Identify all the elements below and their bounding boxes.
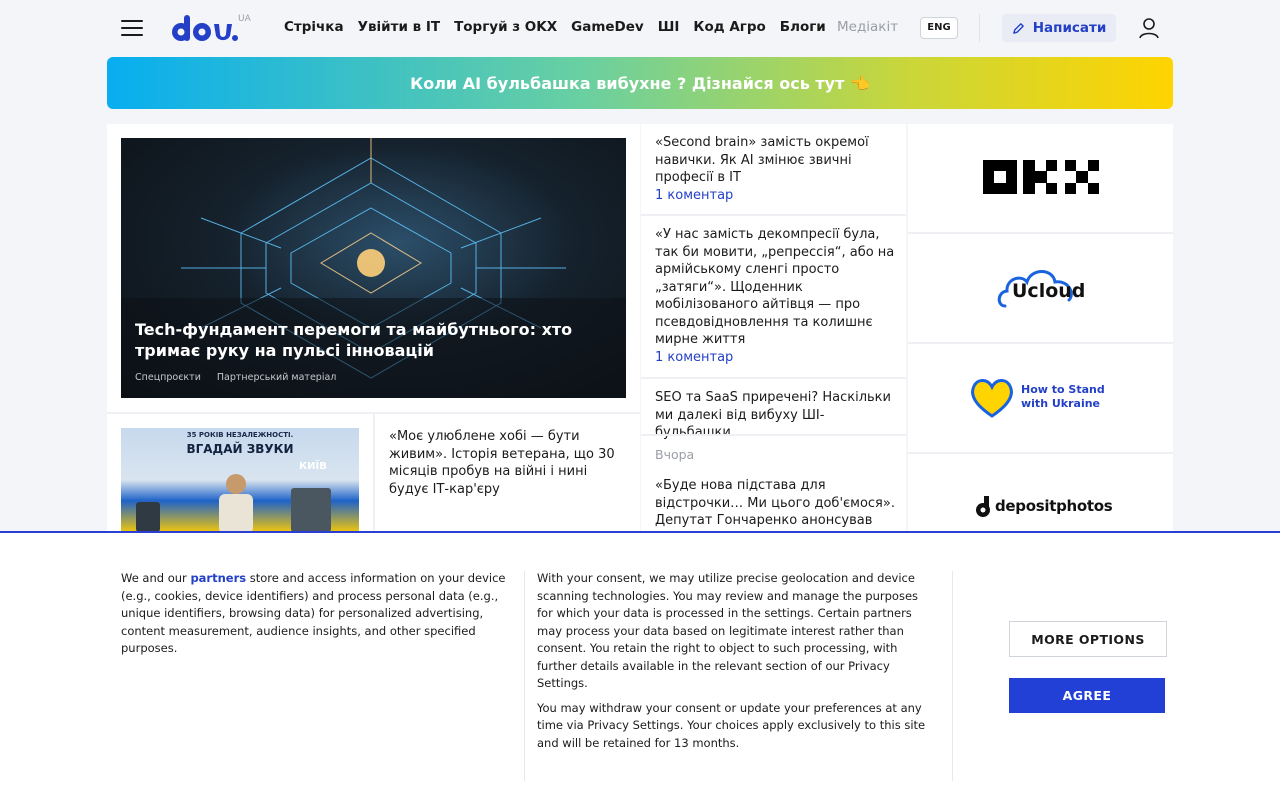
- ucloud-logo[interactable]: Ucloud: [997, 264, 1086, 310]
- news-title[interactable]: «Буде нова підстава для відстрочки… Ми ц…: [655, 477, 895, 530]
- language-switch[interactable]: ENG: [920, 17, 958, 39]
- article-thumbnail[interactable]: 35 РОКІВ НЕЗАЛЕЖНОСТІ. ВГАДАЙ ЗВУКИ КИЇВ: [121, 428, 359, 532]
- ucloud-text: Ucloud: [1012, 280, 1086, 302]
- okx-logo[interactable]: [983, 160, 1099, 194]
- logo-suffix: UA: [238, 14, 251, 24]
- header-divider: [979, 14, 980, 42]
- nav-feed[interactable]: Стрічка: [284, 19, 344, 35]
- divider: [908, 452, 1173, 454]
- consent-intro: We and our partners store and access inf…: [121, 571, 506, 655]
- news-comments[interactable]: 1 коментар: [655, 187, 895, 205]
- depositphotos-icon: [976, 496, 990, 517]
- more-options-button[interactable]: MORE OPTIONS: [1009, 621, 1167, 657]
- stand-with-ukraine-logo[interactable]: How to Stand with Ukraine: [970, 378, 1110, 420]
- hero-article[interactable]: Tech-фундамент перемоги та майбутнього: …: [121, 138, 626, 398]
- tag-special[interactable]: Спецпроєкти: [135, 372, 201, 383]
- divider: [373, 414, 375, 532]
- menu-icon[interactable]: [121, 19, 143, 37]
- partners-link[interactable]: partners: [190, 571, 246, 585]
- divider: [641, 377, 906, 379]
- nav-ai[interactable]: ШІ: [658, 19, 680, 35]
- divider: [641, 214, 906, 216]
- consent-details: With your consent, we may utilize precis…: [537, 570, 937, 759]
- heart-icon: [971, 379, 1013, 418]
- main-nav: Стрічка Увійти в IT Торгуй з OKX GameDev…: [284, 19, 826, 35]
- divider: [952, 571, 953, 781]
- nav-blogs[interactable]: Блоги: [780, 19, 826, 35]
- article-title[interactable]: «Моє улюблене хобі — бути живим». Історі…: [389, 428, 625, 498]
- depositphotos-text: depositphotos: [995, 497, 1113, 515]
- thumbnail-figure: [136, 474, 331, 532]
- nav-enter-it[interactable]: Увійти в IT: [358, 19, 441, 35]
- divider: [641, 434, 906, 436]
- write-button-label: Написати: [1032, 20, 1107, 36]
- pencil-icon: [1012, 22, 1024, 34]
- nav-gamedev[interactable]: GameDev: [571, 19, 644, 35]
- date-heading: Вчора: [655, 447, 695, 462]
- hero-tags: Спецпроєкти Партнерський матеріал: [135, 372, 336, 383]
- promo-banner[interactable]: Коли AI бульбашка вибухне ? Дізнайся ось…: [107, 57, 1173, 109]
- site-logo[interactable]: UA: [170, 12, 260, 44]
- media-kit-link[interactable]: Медіакіт: [837, 19, 898, 35]
- write-button[interactable]: Написати: [1002, 14, 1116, 42]
- news-title[interactable]: «У нас замість декомпресії була, так би …: [655, 226, 895, 349]
- consent-paragraph: You may withdraw your consent or update …: [537, 700, 926, 750]
- agree-button[interactable]: AGREE: [1009, 678, 1165, 713]
- news-item[interactable]: «Second brain» замість окремої навички. …: [655, 134, 895, 204]
- site-header: UA Стрічка Увійти в IT Торгуй з OKX Game…: [0, 0, 1280, 56]
- news-comments[interactable]: 1 коментар: [655, 349, 895, 367]
- divider: [908, 232, 1173, 234]
- consent-paragraph: With your consent, we may utilize precis…: [537, 571, 919, 690]
- divider: [908, 342, 1173, 344]
- hero-title[interactable]: Tech-фундамент перемоги та майбутнього: …: [135, 319, 575, 361]
- divider: [524, 571, 525, 781]
- nav-okx[interactable]: Торгуй з OKX: [454, 19, 557, 35]
- news-item[interactable]: «Буде нова підстава для відстрочки… Ми ц…: [655, 477, 895, 530]
- tag-partner[interactable]: Партнерський матеріал: [217, 372, 336, 383]
- stand-with-ukraine-text: How to Stand with Ukraine: [1021, 383, 1105, 410]
- news-item[interactable]: «У нас замість декомпресії була, так би …: [655, 226, 895, 366]
- depositphotos-logo[interactable]: depositphotos: [975, 495, 1115, 521]
- news-title[interactable]: «Second brain» замість окремої навички. …: [655, 134, 895, 187]
- nav-code-agro[interactable]: Код Агро: [693, 19, 765, 35]
- cookie-consent-panel: We and our partners store and access inf…: [0, 531, 1280, 802]
- user-icon[interactable]: [1138, 17, 1160, 39]
